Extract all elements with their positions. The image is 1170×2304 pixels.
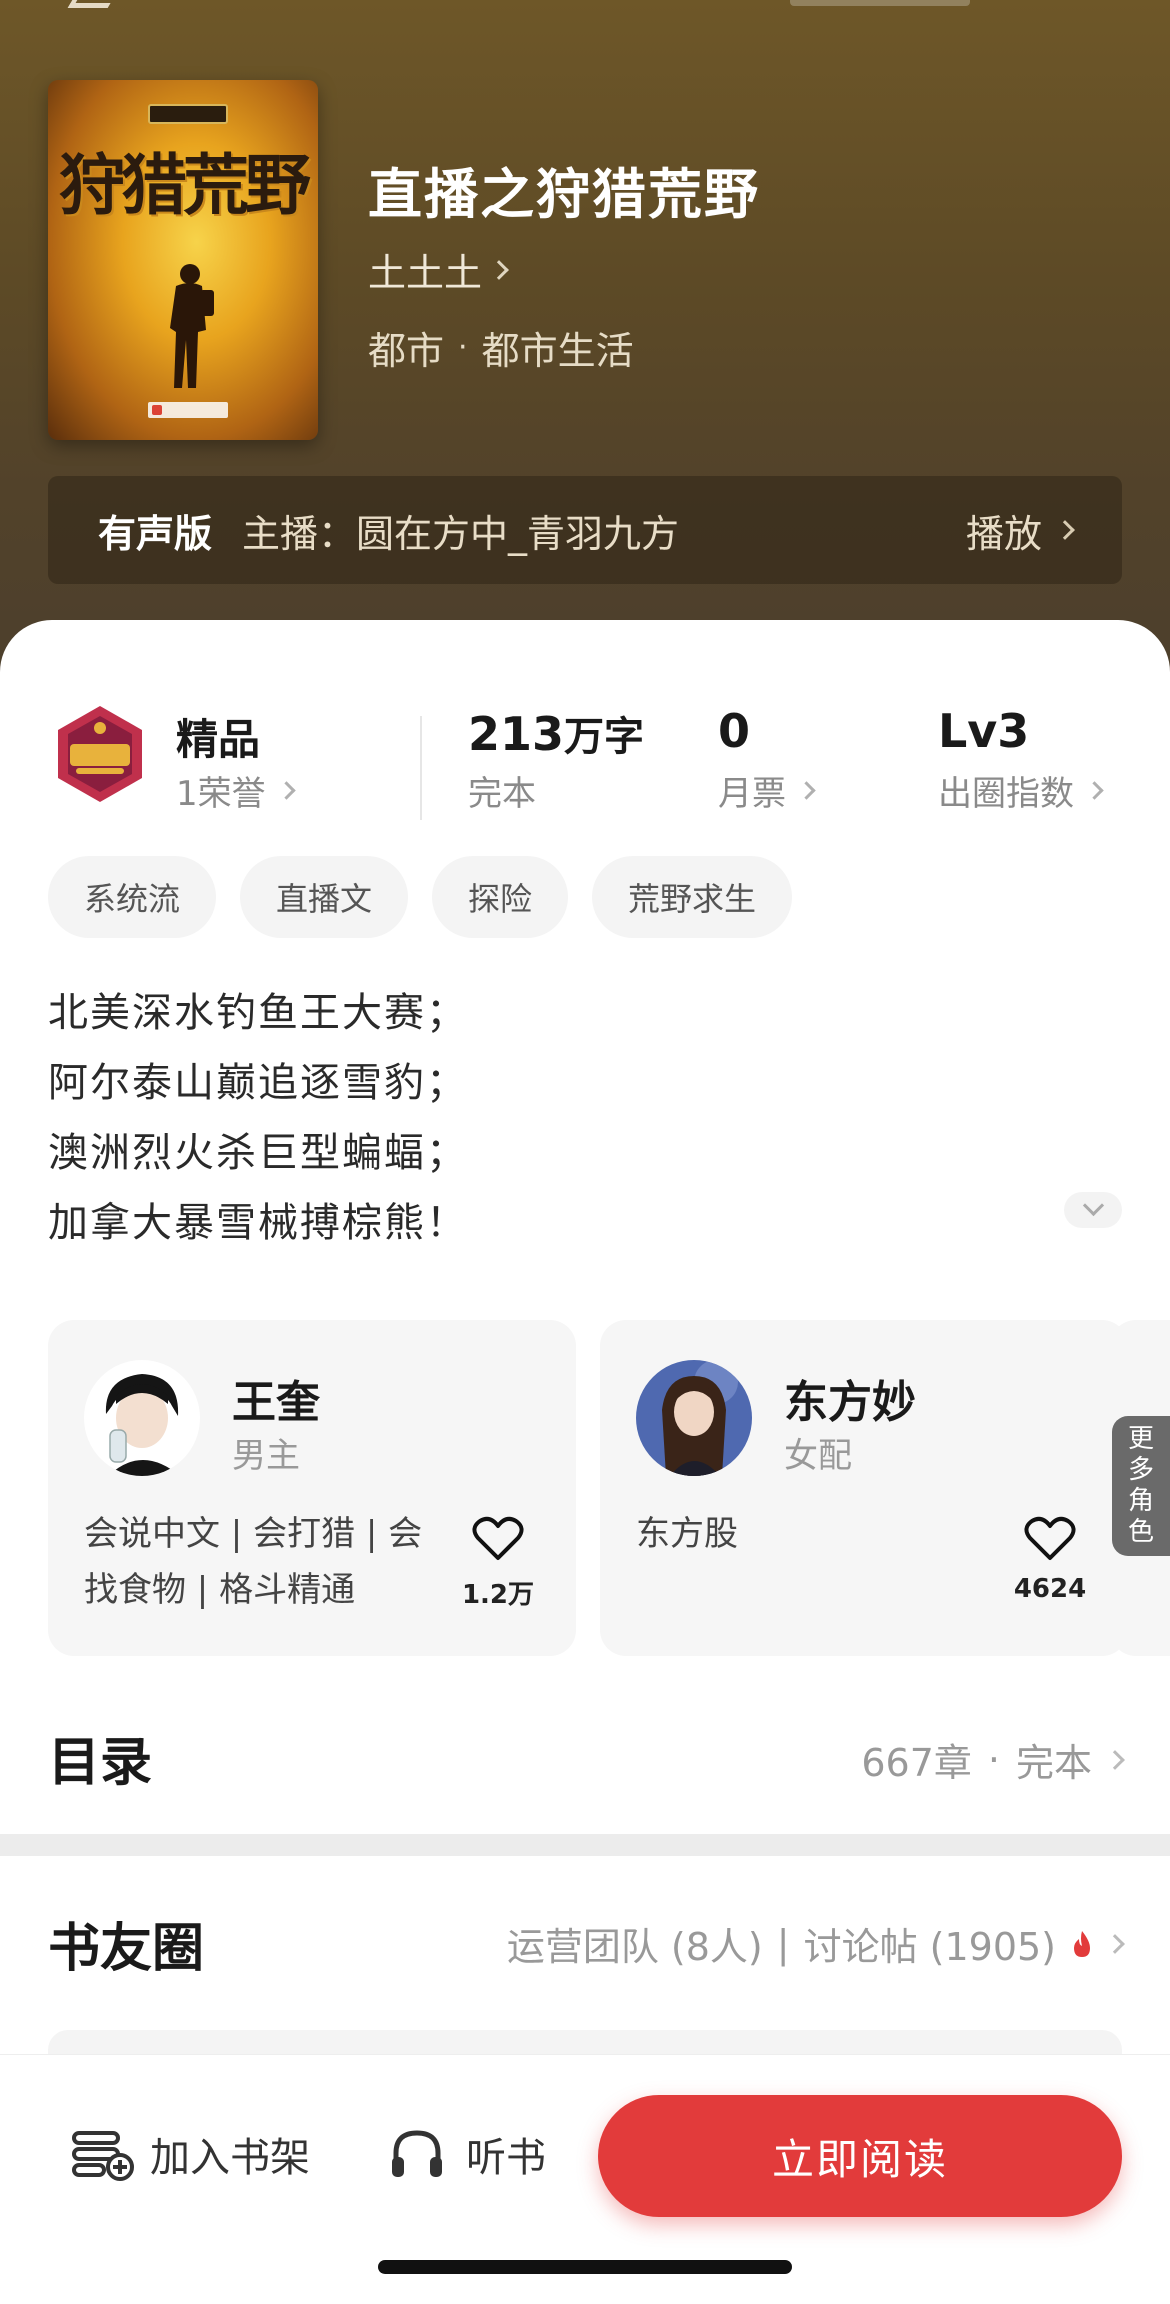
book-intro[interactable]: 北美深水钓鱼王大赛； 阿尔泰山巅追逐雪豹； 澳洲烈火杀巨型蝙蝠； 加拿大暴雪械搏…: [48, 978, 1048, 1258]
quality-badge-icon[interactable]: [48, 702, 152, 806]
character-description: 会说中文 | 会打猎 | 会找食物 | 格斗精通: [84, 1514, 423, 1610]
cover-badge: [148, 104, 228, 124]
monthly-votes-label: 月票: [718, 774, 786, 814]
author-link[interactable]: 土土土: [368, 242, 509, 297]
tag-chip[interactable]: 探险: [432, 856, 569, 938]
honor-count: 1荣誉: [176, 774, 266, 814]
add-to-shelf-button[interactable]: 加入书架: [70, 2125, 310, 2183]
heart-icon: [472, 1516, 524, 1560]
circle-posts: 讨论帖 (1905): [803, 1925, 1056, 1969]
headphones-icon: [392, 2130, 442, 2177]
cover-publisher-logo: [148, 402, 228, 418]
catalog-row[interactable]: 目录 667章 · 完本: [0, 1688, 1170, 1808]
chevron-right-icon: [276, 781, 296, 800]
monthly-votes: 0: [718, 704, 751, 758]
word-count-number: 213: [468, 707, 565, 761]
character-list: 王奎 男主 会说中文 | 会打猎 | 会找食物 | 格斗精通 1.2万 东方妙 …: [48, 1320, 1170, 1656]
circle-divider: |: [776, 1921, 790, 1966]
book-title: 直播之狩猎荒野: [368, 163, 760, 226]
content-sheet: 精品 1荣誉 213万字 完本 0 月票 Lv3 出圈指数 系统流 直播文 探险…: [0, 620, 1170, 2304]
character-avatar: [84, 1360, 200, 1476]
chevron-right-icon: [1055, 520, 1075, 540]
intro-line: 加拿大暴雪械搏棕熊！: [48, 1200, 468, 1246]
tag-chip[interactable]: 系统流: [48, 856, 217, 938]
popularity-level: Lv3: [938, 704, 1030, 758]
tag-list: 系统流 直播文 探险 荒野求生: [48, 856, 793, 938]
character-avatar: [636, 1360, 752, 1476]
book-circle-meta: 运营团队 (8人) | 讨论帖 (1905): [506, 1916, 1125, 1971]
audiobook-bar[interactable]: 有声版 主播：圆在方中_青羽九方 播放: [48, 476, 1122, 584]
word-count-unit: 万字: [564, 714, 645, 760]
more-roles-char: 多: [1127, 1455, 1154, 1485]
intro-line: 阿尔泰山巅追逐雪豹；: [48, 1060, 468, 1106]
chevron-right-icon: [489, 259, 509, 280]
section-divider: [0, 1834, 1170, 1856]
top-action-stub: [790, 0, 970, 6]
audiobook-play-button[interactable]: 播放: [965, 503, 1075, 558]
like-count: 1.2万: [461, 1580, 535, 1610]
cover-title: 狩猎荒野: [59, 146, 311, 224]
character-like-button[interactable]: 4624: [1010, 1516, 1090, 1604]
character-card[interactable]: 东方妙 女配 东方股 4624: [600, 1320, 1128, 1656]
character-card[interactable]: 王奎 男主 会说中文 | 会打猎 | 会找食物 | 格斗精通 1.2万: [48, 1320, 576, 1656]
chevron-right-icon: [1085, 781, 1104, 800]
character-name: 东方妙: [784, 1377, 916, 1428]
popularity-link[interactable]: 出圈指数: [938, 766, 1104, 815]
subgenre: 都市生活: [481, 329, 634, 373]
genre: 都市: [368, 329, 445, 373]
stats-row: 精品 1荣誉 213万字 完本 0 月票 Lv3 出圈指数: [0, 672, 1170, 820]
tag-chip[interactable]: 荒野求生: [592, 856, 793, 938]
add-to-shelf-label: 加入书架: [150, 2135, 310, 2181]
more-roles-char: 更: [1127, 1424, 1154, 1454]
listen-label: 听书: [466, 2135, 546, 2181]
author-name: 土土土: [368, 251, 483, 295]
stats-divider: [420, 716, 422, 820]
chevron-right-icon: [1105, 1933, 1125, 1954]
more-roles-char: 色: [1127, 1517, 1154, 1547]
book-circle-title: 书友圈: [48, 1919, 205, 1979]
home-indicator: [378, 2260, 792, 2274]
monthly-votes-link[interactable]: 月票: [718, 766, 816, 815]
character-role: 女配: [784, 1436, 852, 1476]
catalog-separator: ·: [987, 1737, 1000, 1782]
character-description: 东方股: [636, 1514, 738, 1554]
more-characters-button[interactable]: 更 多 角 色: [1112, 1416, 1170, 1556]
catalog-title: 目录: [48, 1733, 153, 1793]
character-name: 王奎: [232, 1377, 320, 1428]
like-count: 4624: [1013, 1574, 1087, 1604]
intro-line: 北美深水钓鱼王大赛；: [48, 990, 468, 1036]
chevron-right-icon: [797, 781, 816, 800]
genre-row: 都市 · 都市生活: [368, 320, 634, 375]
genre-separator: ·: [458, 330, 468, 365]
catalog-meta: 667章 · 完本: [861, 1732, 1125, 1787]
play-label: 播放: [965, 511, 1042, 556]
character-role: 男主: [232, 1436, 300, 1476]
chevron-right-icon: [1105, 1749, 1125, 1770]
cover-hunter-figure: [170, 264, 214, 388]
read-now-button[interactable]: 立即阅读: [598, 2095, 1122, 2217]
circle-team: 运营团队 (8人): [506, 1925, 763, 1969]
more-roles-char: 角: [1127, 1486, 1154, 1516]
book-status: 完本: [468, 766, 536, 815]
book-circle-row[interactable]: 书友圈 运营团队 (8人) | 讨论帖 (1905): [0, 1856, 1170, 2006]
hot-flame-icon: [1074, 1930, 1090, 1957]
bookshelf-add-icon: [72, 2131, 134, 2181]
listen-button[interactable]: 听书: [388, 2125, 546, 2183]
book-status-label: 完本: [468, 774, 536, 814]
catalog-status: 完本: [1015, 1741, 1092, 1785]
quality-label: 精品: [176, 715, 261, 764]
popularity-label: 出圈指数: [938, 774, 1074, 814]
chapter-count: 667章: [861, 1741, 972, 1785]
book-cover[interactable]: 狩猎荒野: [48, 80, 318, 440]
heart-icon: [1024, 1516, 1076, 1560]
honor-link[interactable]: 1荣誉: [176, 766, 296, 815]
word-count: 213万字: [468, 704, 644, 762]
back-icon[interactable]: [67, 0, 113, 8]
character-like-button[interactable]: 1.2万: [458, 1516, 538, 1611]
tag-chip[interactable]: 直播文: [240, 856, 409, 938]
intro-line: 澳洲烈火杀巨型蝙蝠；: [48, 1130, 468, 1176]
audiobook-host: 主播：圆在方中_青羽九方: [242, 511, 680, 556]
expand-intro-button[interactable]: [1064, 1192, 1122, 1228]
audiobook-tag: 有声版: [98, 511, 213, 556]
